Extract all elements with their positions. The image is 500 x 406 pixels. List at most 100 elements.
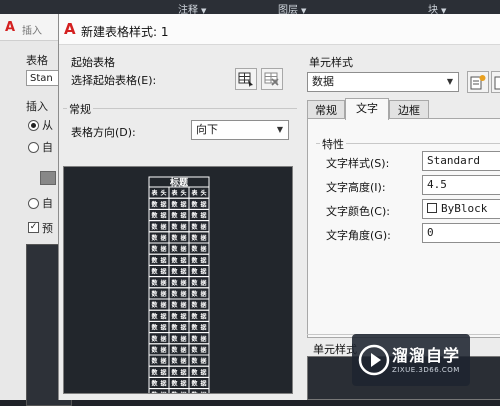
data-link-button[interactable]: [40, 171, 56, 185]
preview-data-text: 据: [200, 335, 206, 343]
cell-style-select[interactable]: 数据 ▼: [307, 72, 459, 92]
preview-data-text: 数: [171, 279, 178, 287]
preview-data-text: 数: [191, 357, 198, 365]
tab-general[interactable]: 常规: [307, 100, 345, 120]
preview-header-text: 表: [190, 189, 198, 197]
preview-data-text: 据: [200, 312, 206, 320]
preview-data-text: 据: [180, 234, 186, 242]
preview-data-text: 据: [200, 346, 206, 354]
preview-data-text: 据: [200, 301, 206, 309]
preview-data-text: 数: [151, 212, 158, 220]
preview-data-text: 数: [151, 357, 158, 365]
preview-data-text: 据: [160, 368, 166, 376]
preview-data-text: 数: [171, 357, 178, 365]
table-style-label: 表格: [26, 54, 48, 67]
preview-data-text: 据: [160, 335, 166, 343]
text-height-input[interactable]: 4.5: [422, 175, 500, 195]
preview-data-text: 数: [171, 335, 178, 343]
preview-data-text: 据: [180, 200, 186, 208]
preview-data-text: 数: [171, 380, 178, 388]
preview-data-text: 数: [191, 391, 198, 393]
preview-data-text: 据: [160, 245, 166, 253]
preview-data-text: 据: [160, 279, 166, 287]
preview-data-text: 据: [200, 357, 206, 365]
preview-data-text: 据: [200, 290, 206, 298]
text-style-select[interactable]: Standard: [422, 151, 500, 171]
preview-data-text: 数: [151, 290, 158, 298]
preview-data-text: 据: [200, 200, 206, 208]
start-table-group-label: 起始表格: [71, 56, 115, 69]
autocad-logo-icon: A: [5, 20, 16, 35]
preview-data-text: 据: [160, 268, 166, 276]
preview-checkbox[interactable]: ✓: [28, 222, 39, 233]
preview-data-text: 据: [160, 256, 166, 264]
preview-data-text: 据: [200, 234, 206, 242]
preview-data-text: 据: [200, 324, 206, 332]
preview-data-text: 据: [200, 256, 206, 264]
preview-data-text: 据: [200, 368, 206, 376]
text-color-select[interactable]: ByBlock: [422, 199, 500, 219]
text-angle-input[interactable]: 0: [422, 223, 500, 243]
preview-data-text: 数: [171, 368, 178, 376]
tab-border[interactable]: 边框: [389, 100, 429, 120]
preview-data-text: 数: [151, 279, 158, 287]
preview-data-text: 数: [191, 279, 198, 287]
radio-from-label: 从: [42, 119, 53, 132]
dialog-title: 新建表格样式: 1: [81, 25, 169, 39]
ribbon-bar: 注释 ▼ 图层 ▼ 块 ▼: [0, 0, 500, 16]
create-cell-style-icon: [470, 75, 486, 90]
preview-data-text: 据: [160, 346, 166, 354]
tab-text[interactable]: 文字: [345, 98, 389, 120]
preview-data-text: 数: [191, 200, 198, 208]
text-color-label: 文字颜色(C):: [326, 205, 390, 218]
preview-data-text: 数: [171, 346, 178, 354]
select-table-icon: [238, 72, 253, 87]
preview-data-text: 数: [151, 380, 158, 388]
preview-data-text: 数: [171, 301, 178, 309]
preview-data-text: 数: [191, 234, 198, 242]
select-table-button[interactable]: [235, 68, 257, 90]
color-swatch: [427, 203, 437, 213]
preview-data-text: 据: [180, 346, 186, 354]
preview-data-text: 据: [180, 368, 186, 376]
dialog-titlebar: A 新建表格样式: 1: [59, 14, 500, 45]
table-preview-pane: 标题表头表头表头数据数据数据数据数据数据数据数据数据数据数据数据数据数据数据数据…: [63, 166, 293, 401]
manage-cell-style-button[interactable]: [491, 71, 500, 93]
preview-header-text: 表: [150, 189, 158, 197]
preview-data-text: 数: [171, 223, 178, 231]
cell-style-group-label: 单元样式: [309, 56, 353, 69]
preview-data-text: 数: [171, 312, 178, 320]
preview-data-text: 据: [180, 312, 186, 320]
preview-data-text: 数: [171, 245, 178, 253]
preview-check-label: 预: [42, 222, 53, 235]
radio-auto-data[interactable]: [28, 198, 39, 209]
preview-data-text: 数: [191, 324, 198, 332]
cell-style-preview-label: 单元样式: [313, 343, 357, 356]
create-cell-style-button[interactable]: [467, 71, 489, 93]
preview-data-text: 据: [180, 256, 186, 264]
watermark-badge: 溜溜自学 ZIXUE.3D66.COM: [352, 334, 470, 386]
preview-data-text: 数: [151, 245, 158, 253]
manage-cell-style-icon: [494, 76, 500, 90]
autocad-logo-icon: A: [64, 20, 76, 38]
preview-data-text: 据: [180, 223, 186, 231]
preview-data-text: 数: [151, 223, 158, 231]
table-direction-select[interactable]: 向下 ▼: [191, 120, 289, 140]
radio-auto2-label: 自: [42, 197, 53, 210]
preview-header-text: 表: [170, 189, 178, 197]
cell-style-value: 数据: [312, 75, 334, 88]
radio-from-data[interactable]: [28, 142, 39, 153]
preview-data-text: 数: [191, 268, 198, 276]
preview-data-text: 据: [180, 380, 186, 388]
preview-data-text: 据: [160, 312, 166, 320]
radio-from-empty[interactable]: [28, 120, 39, 131]
preview-data-text: 数: [151, 301, 158, 309]
general-group-label: 常规: [67, 101, 93, 117]
preview-data-text: 数: [191, 335, 198, 343]
preview-data-text: 据: [180, 290, 186, 298]
delete-table-icon: [264, 72, 279, 86]
preview-data-text: 数: [151, 234, 158, 242]
preview-data-text: 数: [171, 324, 178, 332]
delete-table-button[interactable]: [261, 68, 283, 90]
preview-data-text: 数: [191, 301, 198, 309]
